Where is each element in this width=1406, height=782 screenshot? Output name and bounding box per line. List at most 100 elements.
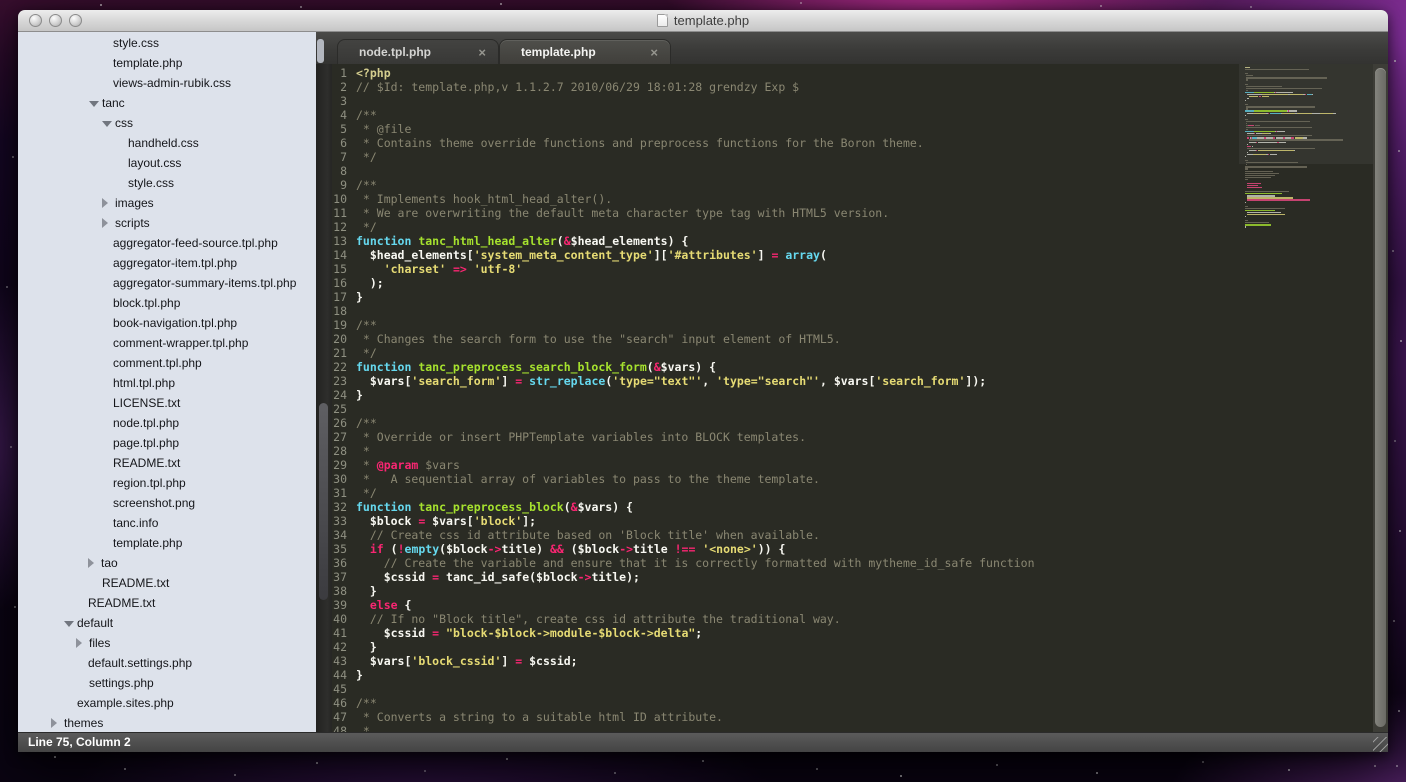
code-area[interactable]: 1<?php2// $Id: template.php,v 1.1.2.7 20…: [332, 64, 1388, 732]
code-line-46[interactable]: 46/**: [332, 696, 1388, 710]
sidebar-item-settings.php[interactable]: settings.php: [18, 673, 316, 693]
sidebar-item-comment.tpl.php[interactable]: comment.tpl.php: [18, 353, 316, 373]
sidebar-item-block.tpl.php[interactable]: block.tpl.php: [18, 293, 316, 313]
sidebar-item-files[interactable]: files: [18, 633, 316, 653]
sidebar-item-screenshot.png[interactable]: screenshot.png: [18, 493, 316, 513]
code-line-25[interactable]: 25: [332, 402, 1388, 416]
tab-node.tpl.php[interactable]: node.tpl.php×: [337, 39, 499, 64]
code-line-34[interactable]: 34 // Create css id attribute based on '…: [332, 528, 1388, 542]
code-line-17[interactable]: 17}: [332, 290, 1388, 304]
code-line-20[interactable]: 20 * Changes the search form to use the …: [332, 332, 1388, 346]
code-line-11[interactable]: 11 * We are overwriting the default meta…: [332, 206, 1388, 220]
sidebar-item-tanc.info[interactable]: tanc.info: [18, 513, 316, 533]
sidebar-item-README.txt[interactable]: README.txt: [18, 573, 316, 593]
sidebar-item-LICENSE.txt[interactable]: LICENSE.txt: [18, 393, 316, 413]
resize-grip-icon[interactable]: [1373, 737, 1388, 752]
code-line-33[interactable]: 33 $block = $vars['block'];: [332, 514, 1388, 528]
code-line-31[interactable]: 31 */: [332, 486, 1388, 500]
close-tab-icon[interactable]: ×: [478, 46, 486, 59]
code-line-8[interactable]: 8: [332, 164, 1388, 178]
sidebar-item-layout.css[interactable]: layout.css: [18, 153, 316, 173]
sidebar-item-comment-wrapper.tpl.php[interactable]: comment-wrapper.tpl.php: [18, 333, 316, 353]
code-line-23[interactable]: 23 $vars['search_form'] = str_replace('t…: [332, 374, 1388, 388]
code-line-36[interactable]: 36 // Create the variable and ensure tha…: [332, 556, 1388, 570]
code-line-38[interactable]: 38 }: [332, 584, 1388, 598]
sidebar-scrollbar-track[interactable]: [316, 64, 332, 732]
disclosure-triangle-icon[interactable]: [64, 621, 74, 627]
sidebar-item-style.css[interactable]: style.css: [18, 173, 316, 193]
code-line-15[interactable]: 15 'charset' => 'utf-8': [332, 262, 1388, 276]
code-line-29[interactable]: 29 * @param $vars: [332, 458, 1388, 472]
sidebar-item-page.tpl.php[interactable]: page.tpl.php: [18, 433, 316, 453]
code-line-1[interactable]: 1<?php: [332, 66, 1388, 80]
code-line-14[interactable]: 14 $head_elements['system_meta_content_t…: [332, 248, 1388, 262]
code-line-32[interactable]: 32function tanc_preprocess_block(&$vars)…: [332, 500, 1388, 514]
sidebar-item-README.txt[interactable]: README.txt: [18, 453, 316, 473]
sidebar-item-book-navigation.tpl.php[interactable]: book-navigation.tpl.php: [18, 313, 316, 333]
code-line-19[interactable]: 19/**: [332, 318, 1388, 332]
sidebar-item-template.php[interactable]: template.php: [18, 533, 316, 553]
close-tab-icon[interactable]: ×: [650, 46, 658, 59]
code-line-45[interactable]: 45: [332, 682, 1388, 696]
sidebar-item-default.settings.php[interactable]: default.settings.php: [18, 653, 316, 673]
sidebar-item-html.tpl.php[interactable]: html.tpl.php: [18, 373, 316, 393]
code-line-41[interactable]: 41 $cssid = "block-$block->module-$block…: [332, 626, 1388, 640]
code-line-13[interactable]: 13function tanc_html_head_alter(&$head_e…: [332, 234, 1388, 248]
disclosure-triangle-icon[interactable]: [89, 101, 99, 107]
code-line-3[interactable]: 3: [332, 94, 1388, 108]
code-line-2[interactable]: 2// $Id: template.php,v 1.1.2.7 2010/06/…: [332, 80, 1388, 94]
sidebar-item-region.tpl.php[interactable]: region.tpl.php: [18, 473, 316, 493]
disclosure-triangle-icon[interactable]: [102, 198, 108, 208]
sidebar-item-aggregator-item.tpl.php[interactable]: aggregator-item.tpl.php: [18, 253, 316, 273]
sidebar-item-aggregator-feed-source.tpl.php[interactable]: aggregator-feed-source.tpl.php: [18, 233, 316, 253]
sidebar-scrollbar-thumb[interactable]: [319, 403, 328, 600]
sidebar-scrollbar-cap[interactable]: [317, 39, 324, 63]
code-line-5[interactable]: 5 * @file: [332, 122, 1388, 136]
sidebar-item-node.tpl.php[interactable]: node.tpl.php: [18, 413, 316, 433]
code-line-30[interactable]: 30 * A sequential array of variables to …: [332, 472, 1388, 486]
code-line-9[interactable]: 9/**: [332, 178, 1388, 192]
sidebar-item-images[interactable]: images: [18, 193, 316, 213]
sidebar-item-style.css[interactable]: style.css: [18, 33, 316, 53]
editor-scrollbar-track[interactable]: [1373, 64, 1388, 732]
code-line-24[interactable]: 24}: [332, 388, 1388, 402]
minimap[interactable]: [1243, 64, 1371, 732]
zoom-window-button[interactable]: [69, 14, 82, 27]
code-line-47[interactable]: 47 * Converts a string to a suitable htm…: [332, 710, 1388, 724]
sidebar-item-handheld.css[interactable]: handheld.css: [18, 133, 316, 153]
sidebar-item-views-admin-rubik.css[interactable]: views-admin-rubik.css: [18, 73, 316, 93]
code-line-27[interactable]: 27 * Override or insert PHPTemplate vari…: [332, 430, 1388, 444]
disclosure-triangle-icon[interactable]: [102, 121, 112, 127]
code-line-22[interactable]: 22function tanc_preprocess_search_block_…: [332, 360, 1388, 374]
close-window-button[interactable]: [29, 14, 42, 27]
sidebar-item-tanc[interactable]: tanc: [18, 93, 316, 113]
editor-scrollbar-thumb[interactable]: [1375, 68, 1386, 727]
code-line-44[interactable]: 44}: [332, 668, 1388, 682]
disclosure-triangle-icon[interactable]: [88, 558, 94, 568]
code-line-48[interactable]: 48 *: [332, 724, 1388, 732]
sidebar-item-example.sites.php[interactable]: example.sites.php: [18, 693, 316, 713]
sidebar-item-default[interactable]: default: [18, 613, 316, 633]
code-line-10[interactable]: 10 * Implements hook_html_head_alter().: [332, 192, 1388, 206]
code-line-6[interactable]: 6 * Contains theme override functions an…: [332, 136, 1388, 150]
code-line-35[interactable]: 35 if (!empty($block->title) && ($block-…: [332, 542, 1388, 556]
code-line-40[interactable]: 40 // If no "Block title", create css id…: [332, 612, 1388, 626]
code-line-12[interactable]: 12 */: [332, 220, 1388, 234]
sidebar-item-README.txt[interactable]: README.txt: [18, 593, 316, 613]
minimize-window-button[interactable]: [49, 14, 62, 27]
code-line-21[interactable]: 21 */: [332, 346, 1388, 360]
code-line-42[interactable]: 42 }: [332, 640, 1388, 654]
code-line-16[interactable]: 16 );: [332, 276, 1388, 290]
code-line-43[interactable]: 43 $vars['block_cssid'] = $cssid;: [332, 654, 1388, 668]
sidebar-item-themes[interactable]: themes: [18, 713, 316, 732]
tab-template.php[interactable]: template.php×: [499, 39, 671, 64]
sidebar-item-css[interactable]: css: [18, 113, 316, 133]
disclosure-triangle-icon[interactable]: [51, 718, 57, 728]
code-line-26[interactable]: 26/**: [332, 416, 1388, 430]
code-line-28[interactable]: 28 *: [332, 444, 1388, 458]
code-line-18[interactable]: 18: [332, 304, 1388, 318]
sidebar-item-tao[interactable]: tao: [18, 553, 316, 573]
code-line-37[interactable]: 37 $cssid = tanc_id_safe($block->title);: [332, 570, 1388, 584]
disclosure-triangle-icon[interactable]: [76, 638, 82, 648]
disclosure-triangle-icon[interactable]: [102, 218, 108, 228]
